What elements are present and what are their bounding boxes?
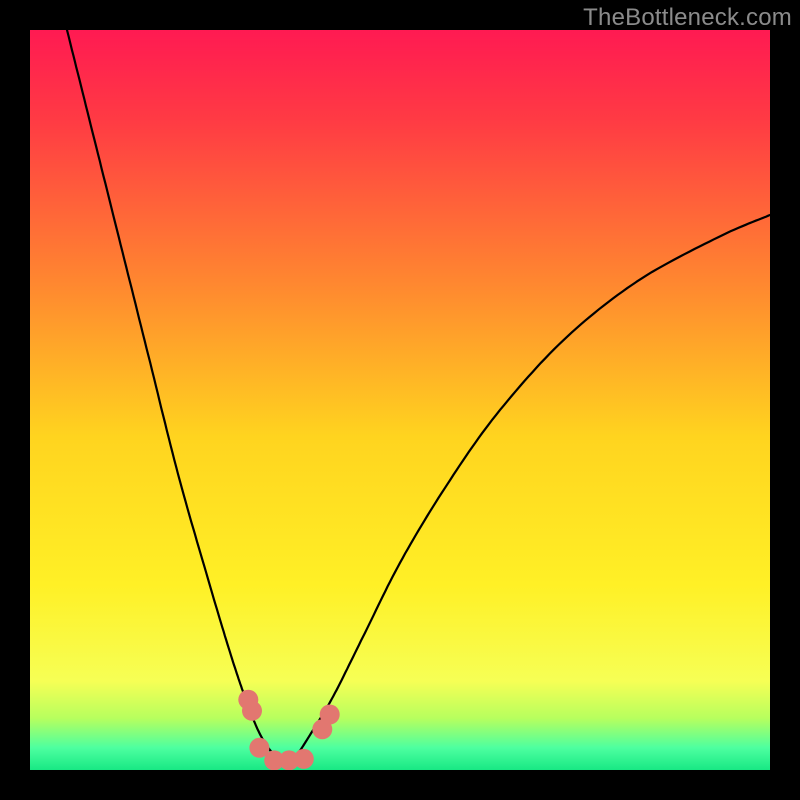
plot-area [30,30,770,770]
chart-svg [30,30,770,770]
outer-frame: TheBottleneck.com [0,0,800,800]
marker-dot [294,749,314,769]
marker-dot [242,701,262,721]
marker-dot [320,705,340,725]
watermark-text: TheBottleneck.com [583,4,792,32]
gradient-background [30,30,770,770]
